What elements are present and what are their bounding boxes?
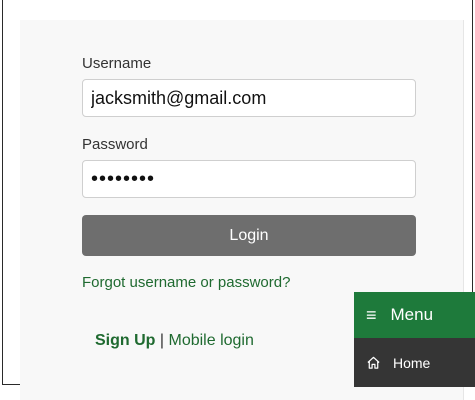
link-separator: | (159, 332, 165, 349)
home-icon (367, 356, 380, 369)
menu-item-home[interactable]: Home (354, 338, 475, 387)
password-input[interactable] (82, 160, 416, 198)
menu-item-label: Home (393, 354, 431, 371)
signup-row: Sign Up | Mobile login (95, 332, 254, 350)
forgot-password-link[interactable]: Forgot username or password? (82, 274, 290, 291)
signup-link[interactable]: Sign Up (95, 332, 155, 349)
password-label: Password (82, 136, 148, 153)
username-input[interactable] (82, 79, 416, 117)
mobile-login-link[interactable]: Mobile login (169, 332, 254, 349)
menu-title: Menu (390, 305, 434, 324)
username-label: Username (82, 55, 152, 72)
login-button[interactable]: Login (82, 215, 416, 256)
hamburger-icon: ≡ (366, 304, 377, 325)
menu-toggle[interactable]: ≡ Menu (354, 292, 475, 338)
